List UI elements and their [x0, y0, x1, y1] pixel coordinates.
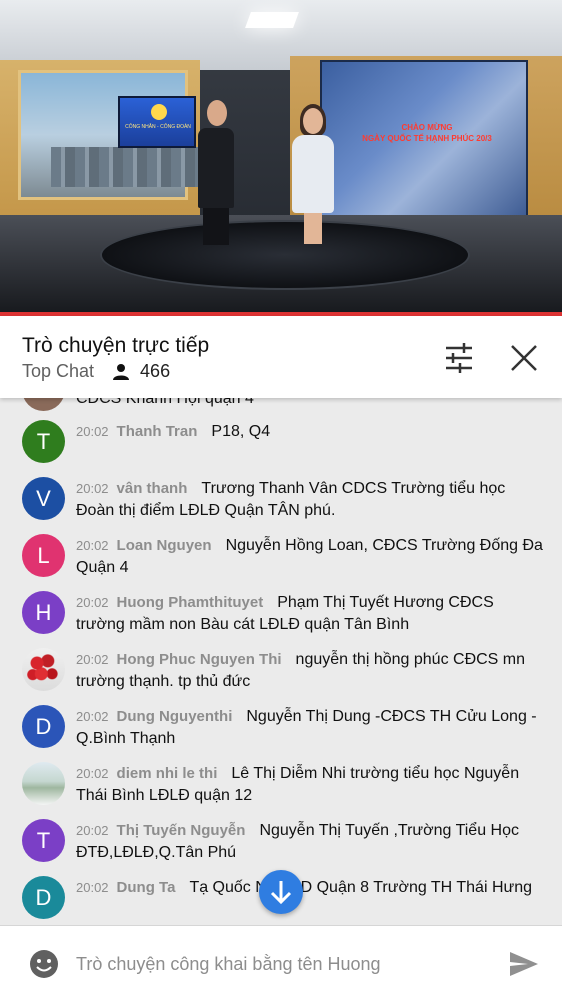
avatar: D — [22, 876, 65, 919]
chat-message-partial: CĐCS Khánh Hội quận 4 — [76, 398, 254, 407]
presenter-male-legs — [203, 205, 229, 245]
avatar: H — [22, 591, 65, 634]
presenter-female — [292, 135, 334, 213]
chat-message[interactable]: 20:02 Huong Phamthituyet Phạm Thị Tuyết Hư… — [76, 592, 546, 636]
studio-screen-text: CÔNG NHÂN - CÔNG ĐOÀN — [125, 124, 191, 130]
close-chat-button[interactable] — [506, 340, 542, 376]
video-wall-title: CHÀO MỪNG NGÀY QUỐC TẾ HẠNH PHÚC 20/3 — [342, 122, 512, 144]
stage — [100, 220, 470, 290]
chat-message[interactable]: 20:02 vân thanh Trương Thanh Vân CDCS Trườ… — [76, 478, 546, 522]
sliders-icon — [446, 343, 472, 373]
message-timestamp: 20:02 — [76, 424, 109, 439]
video-wall-title-line2: NGÀY QUỐC TẾ HẠNH PHÚC 20/3 — [362, 134, 492, 143]
message-timestamp: 20:02 — [76, 823, 109, 838]
studio-screen: CÔNG NHÂN - CÔNG ĐOÀN — [118, 96, 196, 148]
avatar — [22, 762, 65, 805]
message-timestamp: 20:02 — [76, 766, 109, 781]
message-body: Tạ Quốc N LĐLD Quận 8 Trường TH Thái Hưn… — [189, 879, 533, 896]
video-wall-title-line1: CHÀO MỪNG — [401, 123, 453, 132]
message-author[interactable]: Thị Tuyến Nguyễn — [117, 822, 246, 839]
avatar: L — [22, 534, 65, 577]
chat-message-list[interactable]: CĐCS Khánh Hội quận 4 T 20:02 Thanh Tran P1… — [0, 398, 562, 925]
send-button[interactable] — [508, 950, 540, 978]
avatar: D — [22, 705, 65, 748]
chat-message[interactable]: 20:02 Thị Tuyến Nguyễn Nguyễn Thị Tuyến ,T… — [76, 820, 546, 864]
filter-settings-button[interactable] — [440, 340, 478, 376]
scroll-to-bottom-button[interactable] — [259, 870, 303, 914]
chat-message[interactable]: 20:02 Dung Ta Tạ Quốc N LĐLD Quận 8 Trường… — [76, 877, 546, 899]
chat-subtitle: Top Chat 466 — [22, 361, 170, 382]
arrow-down-icon — [270, 881, 292, 905]
avatar: T — [22, 819, 65, 862]
message-author[interactable]: Dung Nguyenthi — [117, 708, 233, 725]
message-timestamp: 20:02 — [76, 652, 109, 667]
message-timestamp: 20:02 — [76, 538, 109, 553]
presenter-female-head — [303, 108, 323, 134]
video-wall: CHÀO MỪNG NGÀY QUỐC TẾ HẠNH PHÚC 20/3 — [320, 60, 528, 225]
presenter-female-legs — [304, 210, 322, 244]
message-timestamp: 20:02 — [76, 880, 109, 895]
chat-input-bar — [0, 925, 562, 1000]
message-author[interactable]: diem nhi le thi — [117, 765, 218, 782]
avatar: V — [22, 477, 65, 520]
chat-message[interactable]: 20:02 Dung Nguyenthi Nguyễn Thị Dung -CĐCS… — [76, 706, 546, 750]
avatar — [22, 648, 65, 691]
message-author[interactable]: Loan Nguyen — [117, 537, 212, 554]
message-author[interactable]: Hong Phuc Nguyen Thi — [117, 651, 282, 668]
presenter-male-head — [207, 100, 227, 126]
city-skyline — [51, 147, 201, 187]
chat-message[interactable]: 20:02 diem nhi le thi Lê Thị Diễm Nhi trườ… — [76, 763, 546, 807]
send-icon — [510, 952, 538, 976]
message-author[interactable]: Huong Phamthituyet — [117, 594, 264, 611]
chat-message[interactable]: 20:02 Thanh Tran P18, Q4 — [76, 421, 546, 443]
avatar — [22, 398, 65, 411]
emoji-button[interactable] — [29, 949, 59, 979]
presenter-male — [198, 128, 234, 208]
message-author[interactable]: Dung Ta — [117, 879, 176, 896]
video-player[interactable]: CHÀO MỪNG NGÀY QUỐC TẾ HẠNH PHÚC 20/3 CÔ… — [0, 0, 562, 316]
viewer-count: 466 — [140, 361, 171, 381]
chat-header: Trò chuyện trực tiếp Top Chat 466 — [0, 316, 562, 398]
emoji-icon — [30, 950, 58, 978]
message-author[interactable]: vân thanh — [117, 480, 188, 497]
message-timestamp: 20:02 — [76, 481, 109, 496]
message-body: P18, Q4 — [211, 423, 271, 440]
person-icon — [113, 363, 130, 380]
message-timestamp: 20:02 — [76, 595, 109, 610]
message-author[interactable]: Thanh Tran — [117, 423, 198, 440]
chat-message-input[interactable] — [76, 948, 476, 980]
message-timestamp: 20:02 — [76, 709, 109, 724]
ceiling-light — [245, 12, 299, 28]
chat-title: Trò chuyện trực tiếp — [22, 334, 210, 357]
close-icon — [511, 345, 537, 371]
avatar: T — [22, 420, 65, 463]
chat-mode-label[interactable]: Top Chat — [22, 361, 94, 382]
union-logo — [151, 104, 167, 120]
chat-message[interactable]: 20:02 Hong Phuc Nguyen Thi nguyễn thị hồng… — [76, 649, 546, 693]
chat-message[interactable]: 20:02 Loan Nguyen Nguyễn Hồng Loan, CĐCS T… — [76, 535, 546, 579]
